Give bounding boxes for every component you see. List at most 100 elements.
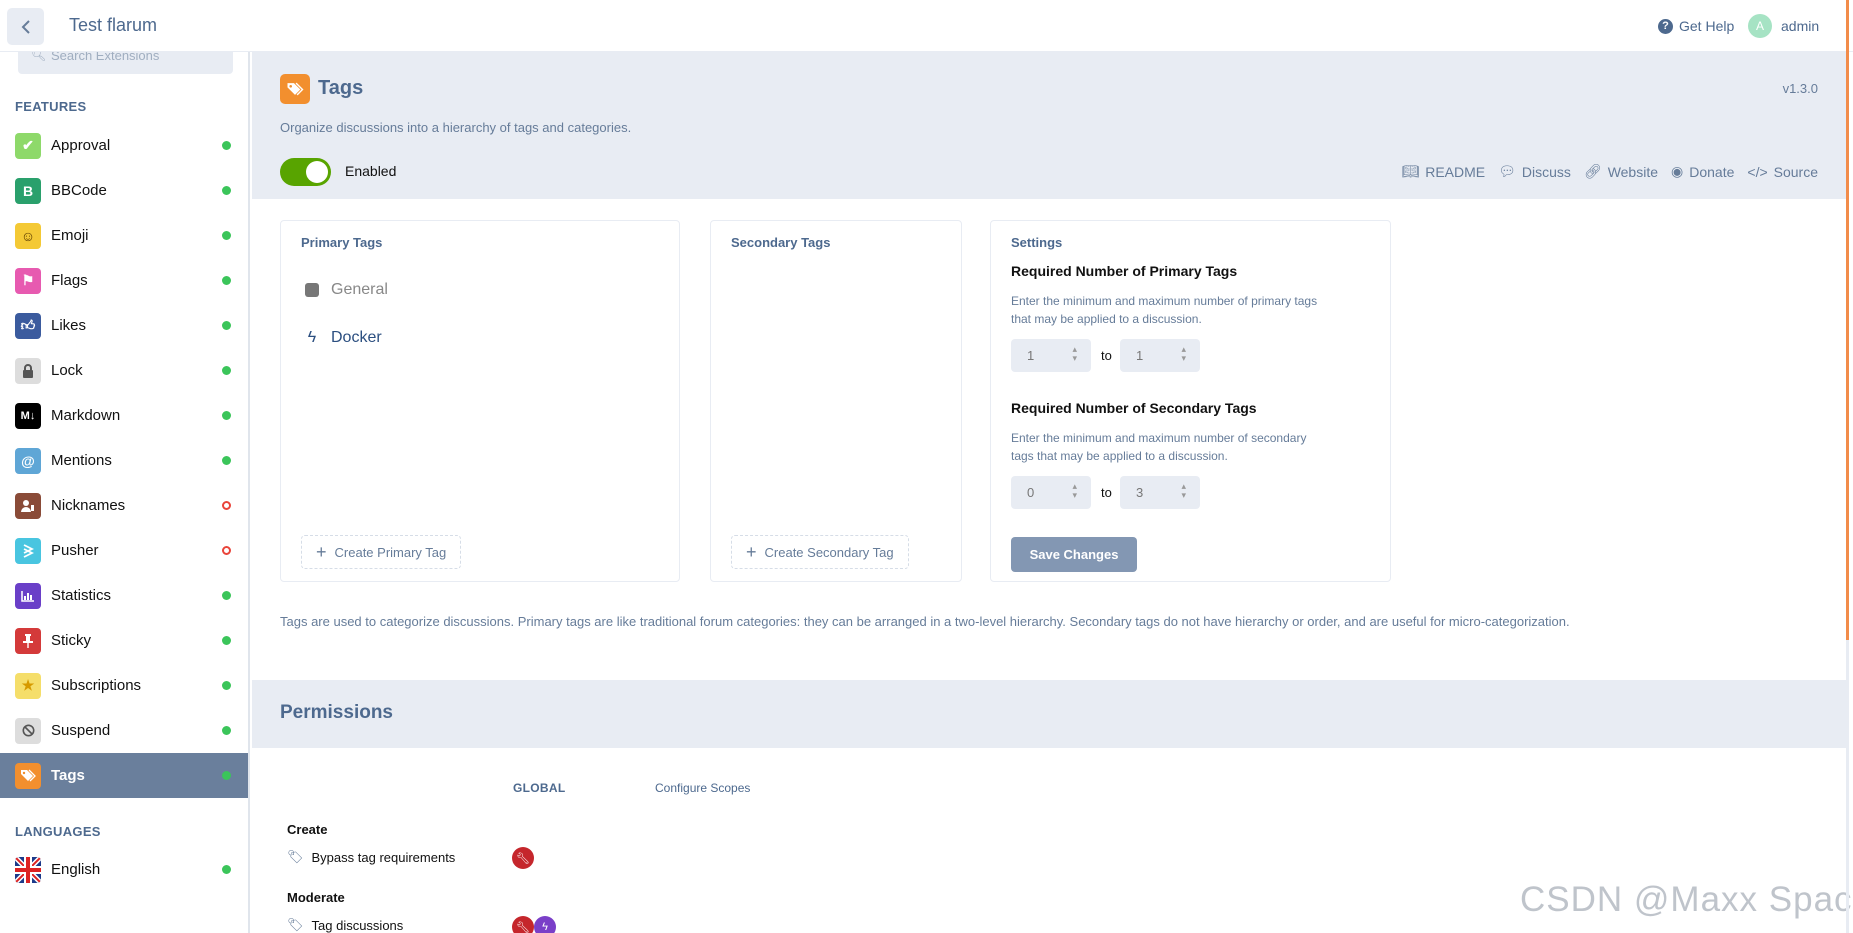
status-dot: [222, 681, 231, 690]
secondary-count-title: Required Number of Secondary Tags: [1011, 400, 1257, 416]
status-dot: [222, 276, 231, 285]
scrollbar-thumb[interactable]: [1846, 0, 1849, 640]
tags-icon: [280, 74, 310, 104]
sidebar-item-label: English: [51, 861, 101, 878]
search-input[interactable]: 🔍︎ Search Extensions: [18, 52, 233, 74]
sidebar-item-lock[interactable]: Lock: [0, 348, 248, 393]
permission-label: Bypass tag requirements: [311, 849, 456, 865]
save-changes-button[interactable]: Save Changes: [1011, 537, 1137, 572]
sidebar-item-subscriptions[interactable]: ★ Subscriptions: [0, 663, 248, 708]
markdown-icon: M↓: [15, 402, 41, 429]
wrench-icon[interactable]: 🔧︎: [512, 847, 534, 869]
status-dot: [222, 456, 231, 465]
create-secondary-tag-button[interactable]: + Create Secondary Tag: [731, 535, 909, 569]
sidebar-item-approval[interactable]: ✔ Approval: [0, 123, 248, 168]
user-menu[interactable]: A admin: [1748, 14, 1819, 38]
status-dot: [222, 321, 231, 330]
readme-label: README: [1425, 163, 1486, 180]
tag-item-general[interactable]: General: [305, 281, 388, 299]
sidebar-item-statistics[interactable]: Statistics: [0, 573, 248, 618]
status-dot: [222, 231, 231, 240]
plus-icon: +: [746, 541, 757, 562]
sidebar-item-label: Markdown: [51, 407, 121, 424]
sidebar-item-english[interactable]: English: [0, 847, 248, 892]
question-circle-icon: ?: [1658, 18, 1673, 34]
permission-label: Tag discussions: [311, 917, 404, 933]
watermark: CSDN @Maxx Space: [1520, 880, 1853, 919]
at-icon: @: [15, 447, 41, 474]
permissions-header: Permissions: [252, 680, 1846, 748]
secondary-max-input[interactable]: 3 ▴ ▾: [1120, 476, 1200, 509]
spinner-icon: ▴ ▾: [1181, 344, 1186, 363]
sidebar-item-mentions[interactable]: @ Mentions: [0, 438, 248, 483]
permission-row-tag-discussions: 🏷︎ Tag discussions: [287, 917, 403, 933]
sidebar-item-bbcode[interactable]: B BBCode: [0, 168, 248, 213]
extension-links: 📖︎ README 💬︎ Discuss 🔗︎ Website ◉ Donate </>…: [1401, 163, 1818, 180]
thumbtack-icon: [15, 627, 41, 654]
sidebar-item-label: BBCode: [51, 182, 107, 199]
sidebar-item-label: Likes: [51, 317, 87, 334]
sidebar-item-tags[interactable]: Tags: [0, 753, 248, 798]
sidebar-item-label: Pusher: [51, 542, 99, 559]
donate-link[interactable]: ◉ Donate: [1671, 163, 1734, 180]
sidebar-item-emoji[interactable]: ☺ Emoji: [0, 213, 248, 258]
settings-heading: Settings: [1011, 235, 1063, 250]
secondary-min-input[interactable]: 0 ▴ ▾: [1011, 476, 1091, 509]
secondary-tags-card: Secondary Tags + Create Secondary Tag: [710, 220, 962, 582]
chart-icon: [15, 582, 41, 609]
secondary-max-value: 3: [1136, 485, 1144, 500]
tags-info-text: Tags are used to categorize discussions.…: [280, 614, 1570, 629]
sidebar-item-sticky[interactable]: Sticky: [0, 618, 248, 663]
discuss-link[interactable]: 💬︎ Discuss: [1498, 163, 1571, 180]
sidebar-item-suspend[interactable]: Suspend: [0, 708, 248, 753]
ban-icon: [15, 717, 41, 744]
sidebar-item-pusher[interactable]: Pusher: [0, 528, 248, 573]
extension-header: Tags v1.3.0 Organize discussions into a …: [252, 52, 1846, 199]
enabled-toggle[interactable]: [280, 158, 331, 186]
primary-max-input[interactable]: 1 ▴ ▾: [1120, 339, 1200, 372]
configure-scopes-link[interactable]: Configure Scopes: [655, 781, 750, 795]
code-icon: </>: [1747, 163, 1768, 180]
sidebar-item-flags[interactable]: ⚑ Flags: [0, 258, 248, 303]
sidebar-item-nicknames[interactable]: Nicknames: [0, 483, 248, 528]
to-label: to: [1101, 485, 1112, 500]
source-link[interactable]: </> Source: [1747, 163, 1818, 180]
sidebar-item-label: Tags: [51, 767, 85, 784]
sidebar-item-label: Subscriptions: [51, 677, 142, 694]
comment-icon: 💬︎: [1498, 163, 1516, 179]
bolt-icon[interactable]: ϟ: [534, 916, 556, 933]
create-primary-tag-button[interactable]: + Create Primary Tag: [301, 535, 462, 569]
spinner-icon: ▴ ▾: [1072, 481, 1077, 500]
forum-title[interactable]: Test flarum: [69, 15, 157, 36]
settings-card: Settings Required Number of Primary Tags…: [990, 220, 1391, 582]
sidebar-item-label: Statistics: [51, 587, 112, 604]
website-link[interactable]: 🔗︎ Website: [1584, 163, 1658, 180]
primary-min-input[interactable]: 1 ▴ ▾: [1011, 339, 1091, 372]
website-label: Website: [1607, 163, 1659, 180]
tag-name: General: [331, 281, 388, 298]
source-label: Source: [1773, 163, 1818, 180]
tags-icon: [15, 762, 41, 789]
get-help-link[interactable]: ? Get Help: [1658, 18, 1734, 34]
sidebar-item-markdown[interactable]: M↓ Markdown: [0, 393, 248, 438]
scrollbar-track[interactable]: [1846, 640, 1849, 933]
tag-item-docker[interactable]: ϟ Docker: [305, 329, 382, 347]
wrench-icon[interactable]: 🔧︎: [512, 916, 534, 933]
sidebar-item-likes[interactable]: 👍︎ Likes: [0, 303, 248, 348]
permission-group-moderate: Moderate: [287, 890, 345, 905]
global-column-header: GLOBAL: [513, 781, 566, 795]
features-heading: FEATURES: [15, 99, 87, 114]
donate-icon: ◉: [1671, 163, 1684, 179]
page-title: Tags: [318, 77, 364, 99]
sidebar-item-label: Flags: [51, 272, 88, 289]
sidebar-item-label: Lock: [51, 362, 83, 379]
permission-group-create: Create: [287, 822, 328, 837]
readme-link[interactable]: 📖︎ README: [1401, 163, 1485, 180]
to-label: to: [1101, 348, 1112, 363]
primary-count-title: Required Number of Primary Tags: [1011, 263, 1238, 279]
link-icon: 🔗︎: [1583, 163, 1602, 179]
spinner-icon: ▴ ▾: [1181, 481, 1186, 500]
back-button[interactable]: [7, 8, 44, 45]
secondary-count-description: Enter the minimum and maximum number of …: [1011, 431, 1307, 463]
primary-tags-card: Primary Tags General ϟ Docker + Create P…: [280, 220, 680, 582]
